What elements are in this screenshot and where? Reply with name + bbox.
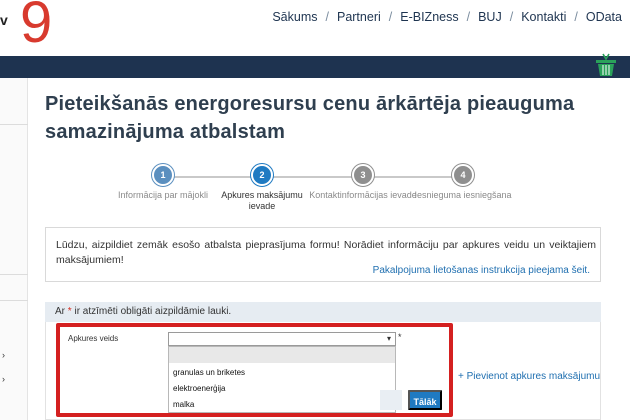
navigation-band (0, 56, 630, 78)
nav-separator: / (466, 10, 471, 24)
nav-link-partneri[interactable]: Partneri (337, 10, 381, 24)
nav-separator: / (509, 10, 514, 24)
sidebar-edge-glyph: › (2, 374, 5, 384)
step-label: Kontaktinformācijas ievade (309, 190, 417, 200)
brand-logo-number[interactable]: 9 (20, 0, 52, 52)
step-label: Informācija par mājokli (117, 190, 209, 200)
step-3[interactable]: 3 Kontaktinformācijas ievade (308, 164, 418, 201)
sidebar-divider (0, 300, 28, 301)
instructions-text: Lūdzu, aizpildiet zemāk esošo atbalsta p… (56, 239, 596, 266)
nav-link-sakums[interactable]: Sākums (272, 10, 317, 24)
required-fields-note: Ar * ir atzīmēti obligāti aizpildāmie la… (45, 302, 601, 322)
brand-fragment: v (0, 12, 8, 28)
add-heating-payment-link[interactable]: + Pievienot apkures maksājumu (458, 371, 600, 382)
nav-separator: / (388, 10, 393, 24)
required-star: * (67, 306, 72, 317)
nav-link-buj[interactable]: BUJ (478, 10, 502, 24)
highlight-frame (56, 323, 453, 417)
required-note-suffix: ir atzīmēti obligāti aizpildāmie lauki. (74, 306, 232, 317)
step-4[interactable]: 4 Iesnieguma iesniegšana (408, 164, 518, 201)
nav-link-kontakti[interactable]: Kontakti (521, 10, 566, 24)
shopping-basket-icon[interactable] (594, 52, 618, 78)
step-number-badge[interactable]: 3 (352, 164, 374, 186)
nav-separator: / (574, 10, 578, 24)
top-navigation: Sākums / Partneri / E-BIZness / BUJ / Ko… (272, 10, 622, 24)
nav-separator: / (325, 10, 329, 24)
step-label: Iesnieguma iesniegšana (414, 190, 512, 200)
manual-link[interactable]: Pakalpojuma lietošanas instrukcija pieej… (373, 265, 590, 276)
page-title: Pieteikšanās energoresursu cenu ārkārtēj… (45, 93, 575, 143)
left-sidebar: › › (0, 78, 28, 420)
sidebar-edge-glyph: › (2, 350, 5, 360)
step-number-badge[interactable]: 2 (251, 164, 273, 186)
step-1[interactable]: 1 Informācija par mājokli (108, 164, 218, 201)
sidebar-divider (0, 274, 28, 275)
nav-link-odata[interactable]: OData (586, 10, 622, 24)
step-number-badge[interactable]: 1 (152, 164, 174, 186)
site-header: v 9 Sākums / Partneri / E-BIZness / BUJ … (0, 0, 630, 56)
nav-link-ebizness[interactable]: E-BIZness (400, 10, 458, 24)
instructions-box: Lūdzu, aizpildiet zemāk esošo atbalsta p… (45, 227, 601, 282)
sidebar-divider (0, 124, 28, 125)
step-label: Apkures maksājumu ievade (221, 190, 303, 211)
step-number-badge[interactable]: 4 (452, 164, 474, 186)
required-note-prefix: Ar (55, 306, 65, 317)
step-2[interactable]: 2 Apkures maksājumu ievade (207, 164, 317, 212)
